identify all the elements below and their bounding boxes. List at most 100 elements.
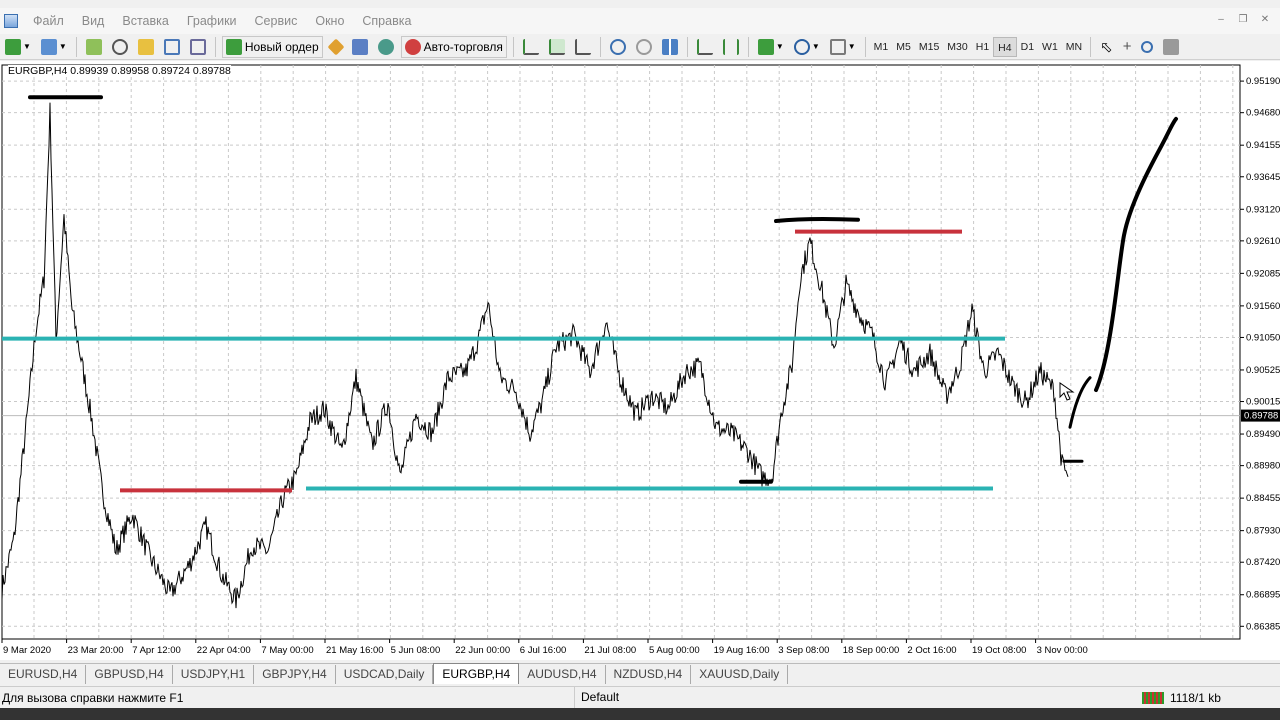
connection-status[interactable]: 1118/1 kb (1134, 691, 1221, 705)
timeframe-h1[interactable]: H1 (972, 37, 993, 57)
market-icon (377, 38, 394, 55)
metaeditor-button[interactable] (327, 36, 345, 58)
bar-chart-icon (522, 38, 539, 55)
tab-usdjpy-h1[interactable]: USDJPY,H1 (173, 665, 255, 684)
price-axis-label: 0.90525 (1246, 365, 1280, 376)
timeframe-w1[interactable]: W1 (1038, 37, 1062, 57)
strategy-tester-button[interactable] (187, 36, 209, 58)
price-axis-label: 0.94155 (1246, 140, 1280, 151)
menu-file[interactable]: Файл (24, 14, 73, 28)
tab-audusd-h4[interactable]: AUDUSD,H4 (519, 665, 606, 684)
timeframe-m5[interactable]: M5 (892, 37, 915, 57)
autoscroll-button[interactable] (720, 36, 742, 58)
price-axis-label: 0.91050 (1246, 332, 1280, 343)
tab-eurusd-h4[interactable]: EURUSD,H4 (0, 665, 87, 684)
zoom-out-button[interactable] (633, 36, 655, 58)
tab-xauusd-daily[interactable]: XAUUSD,Daily (691, 665, 789, 684)
toolbar-separator (75, 36, 77, 57)
price-axis-label: 0.95190 (1246, 76, 1280, 87)
time-axis-label: 19 Aug 16:00 (714, 645, 770, 656)
toolbar-separator (214, 36, 216, 57)
menu-window[interactable]: Окно (306, 14, 353, 28)
tile-windows-button[interactable] (659, 36, 681, 58)
metaeditor-icon (327, 38, 345, 55)
market-watch-icon (85, 38, 102, 55)
navigator-button[interactable] (135, 36, 157, 58)
timeframe-mn[interactable]: MN (1062, 37, 1086, 57)
crosshair-button[interactable]: + (1120, 36, 1135, 58)
price-axis-label: 0.86385 (1246, 621, 1280, 632)
price-axis-label: 0.93120 (1246, 204, 1280, 215)
tab-eurgbp-h4[interactable]: EURGBP,H4 (433, 663, 520, 684)
tab-gbpusd-h4[interactable]: GBPUSD,H4 (86, 665, 173, 684)
cursor-button[interactable]: ⬁ (1097, 36, 1116, 58)
more-tools-button[interactable] (1160, 36, 1182, 58)
connection-bars-icon (1142, 691, 1164, 704)
price-axis-label: 0.88455 (1246, 493, 1280, 504)
menu-tools[interactable]: Сервис (246, 14, 307, 28)
menu-help[interactable]: Справка (353, 14, 420, 28)
toolbar-separator (747, 36, 749, 57)
minimize-icon[interactable]: – (1212, 13, 1230, 27)
periods-button[interactable]: ▼ (791, 36, 823, 58)
timeframe-d1[interactable]: D1 (1017, 37, 1038, 57)
timeframe-m15[interactable]: M15 (915, 37, 943, 57)
chart-window[interactable]: 0.95190 0.94680 0.94155 0.93645 0.93120 0.926… (0, 61, 1280, 660)
price-chart[interactable]: 0.95190 0.94680 0.94155 0.93645 0.93120 0.926… (0, 61, 1280, 660)
timeframe-m30[interactable]: M30 (943, 37, 971, 57)
price-axis-label: 0.89490 (1246, 429, 1280, 440)
bar-chart-button[interactable] (520, 36, 542, 58)
templates-button[interactable]: ▼ (827, 36, 859, 58)
time-axis-label: 3 Sep 08:00 (778, 645, 829, 656)
timeframe-h4[interactable]: H4 (993, 36, 1017, 57)
tab-gbpjpy-h4[interactable]: GBPJPY,H4 (254, 665, 336, 684)
time-axis-label: 6 Jul 16:00 (520, 645, 566, 656)
time-axis-label: 7 Apr 12:00 (132, 645, 181, 656)
profiles-icon (40, 38, 57, 55)
restore-icon[interactable]: ❐ (1234, 13, 1252, 27)
autoscroll-icon (722, 38, 739, 55)
menu-view[interactable]: Вид (73, 14, 114, 28)
line-chart-button[interactable] (572, 36, 594, 58)
signals-button[interactable] (349, 36, 371, 58)
market-watch-button[interactable] (83, 36, 105, 58)
autotrading-button[interactable]: Авто-торговля (400, 35, 507, 58)
search-icon (1141, 40, 1154, 53)
chart-window-controls: – ❐ ✕ (1212, 13, 1274, 27)
new-order-button[interactable]: Новый ордер (221, 35, 323, 58)
terminal-button[interactable] (161, 36, 183, 58)
timeframe-m1[interactable]: M1 (870, 37, 893, 57)
terminal-window: Файл Вид Вставка Графики Сервис Окно Спр… (0, 0, 1280, 720)
tab-usdcad-daily[interactable]: USDCAD,Daily (336, 665, 434, 684)
menu-insert[interactable]: Вставка (113, 14, 177, 28)
indicators-icon (757, 38, 774, 55)
chart-shift-button[interactable] (694, 36, 716, 58)
price-axis-label: 0.92610 (1246, 236, 1280, 247)
profiles-button[interactable]: ▼ (38, 36, 70, 58)
candlestick-button[interactable] (546, 36, 568, 58)
tab-nzdusd-h4[interactable]: NZDUSD,H4 (606, 665, 692, 684)
market-button[interactable] (375, 36, 397, 58)
menu-charts[interactable]: Графики (178, 14, 246, 28)
current-price-label: 0.89788 (1244, 411, 1278, 422)
tile-windows-icon (661, 38, 678, 55)
status-bar: Для вызова справки нажмите F1 Default 11… (0, 686, 1280, 708)
price-axis-label: 0.88980 (1246, 461, 1280, 472)
search-button[interactable] (1138, 36, 1156, 58)
toolbar-separator (512, 36, 514, 57)
close-icon[interactable]: ✕ (1256, 13, 1274, 27)
tester-icon (189, 38, 206, 55)
autotrading-icon (404, 38, 421, 55)
data-window-button[interactable] (109, 36, 131, 58)
indicators-button[interactable]: ▼ (755, 36, 787, 58)
time-axis-label: 18 Sep 00:00 (843, 645, 900, 656)
price-axis-label: 0.87930 (1246, 526, 1280, 537)
new-chart-button[interactable]: ▼ (2, 36, 34, 58)
time-axis-label: 3 Nov 00:00 (1037, 645, 1088, 656)
status-profile: Default (574, 687, 1134, 708)
zoom-in-button[interactable] (607, 36, 629, 58)
price-axis-label: 0.86895 (1246, 590, 1280, 601)
new-order-icon (225, 38, 242, 55)
toolbar-separator (686, 36, 688, 57)
symbol-info-label: EURGBP,H4 0.89939 0.89958 0.89724 0.8978… (8, 65, 231, 77)
